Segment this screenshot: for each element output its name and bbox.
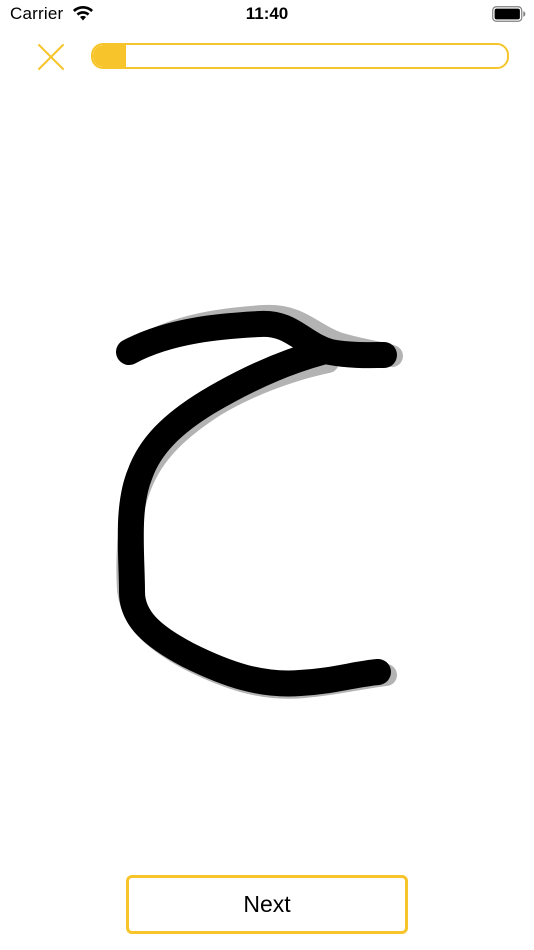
drawing-canvas[interactable] xyxy=(0,90,534,850)
close-button[interactable] xyxy=(34,40,68,74)
status-bar: Carrier 11:40 xyxy=(0,0,534,30)
clock: 11:40 xyxy=(245,4,289,23)
next-button-label: Next xyxy=(243,891,291,917)
close-icon xyxy=(38,44,64,70)
progress-bar xyxy=(91,43,509,69)
next-button[interactable]: Next xyxy=(126,875,408,934)
drawing-stroke xyxy=(116,310,397,697)
battery-icon xyxy=(492,6,526,22)
progress-fill xyxy=(93,45,127,67)
